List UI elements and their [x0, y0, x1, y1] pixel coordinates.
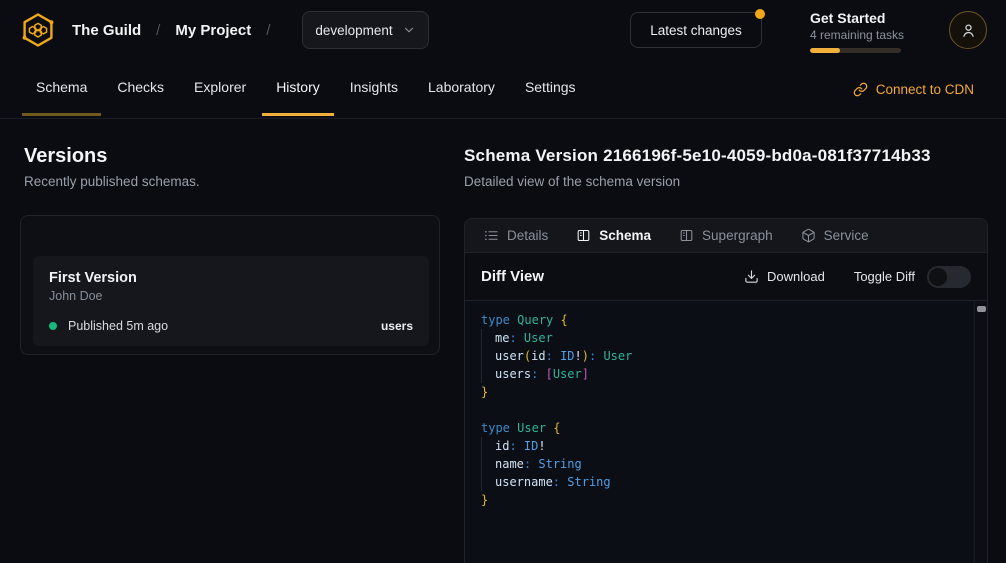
- versions-subtitle: Recently published schemas.: [24, 174, 200, 189]
- breadcrumb-separator: /: [266, 22, 270, 39]
- cube-icon: [801, 228, 816, 243]
- target-selector-value: development: [315, 23, 392, 38]
- version-list-item[interactable]: First Version John Doe Published 5m ago …: [33, 256, 429, 346]
- nav-tab-history[interactable]: History: [262, 60, 334, 116]
- versions-title: Versions: [24, 145, 107, 168]
- service-name-badge: users: [381, 319, 413, 333]
- download-icon: [744, 269, 759, 284]
- schema-version-subtitle: Detailed view of the schema version: [464, 174, 680, 189]
- get-started-subtitle: 4 remaining tasks: [810, 27, 910, 43]
- code-scrollbar-thumb[interactable]: [977, 306, 986, 312]
- nav-tab-laboratory[interactable]: Laboratory: [414, 60, 509, 116]
- get-started-progress: [810, 48, 901, 53]
- columns-icon: [679, 228, 694, 243]
- version-author: John Doe: [49, 288, 413, 305]
- app-root: The Guild / My Project / development Lat…: [0, 0, 1006, 563]
- code-scrollbar: [974, 301, 987, 563]
- latest-changes-label: Latest changes: [650, 23, 742, 38]
- nav-tabs: Schema Checks Explorer History Insights …: [22, 60, 590, 119]
- user-menu-button[interactable]: [949, 11, 987, 49]
- code-block: type Query {me: Useruser(id: ID!): Useru…: [465, 301, 987, 519]
- columns-icon: [576, 228, 591, 243]
- version-name: First Version: [49, 269, 413, 288]
- version-status-row: Published 5m ago users: [49, 319, 413, 333]
- toggle-diff-label: Toggle Diff: [854, 269, 915, 284]
- link-icon: [853, 82, 868, 97]
- breadcrumb-org[interactable]: The Guild: [72, 22, 141, 39]
- versions-list-card: First Version John Doe Published 5m ago …: [20, 215, 440, 355]
- toggle-knob: [929, 268, 947, 286]
- published-status-dot: [49, 322, 57, 330]
- nav-tab-settings[interactable]: Settings: [511, 60, 590, 116]
- notification-dot: [755, 9, 765, 19]
- schema-version-title: Schema Version 2166196f-5e10-4059-bd0a-0…: [464, 146, 931, 166]
- tab-supergraph[interactable]: Supergraph: [679, 228, 773, 243]
- get-started-widget[interactable]: Get Started 4 remaining tasks: [810, 9, 910, 53]
- breadcrumb-project[interactable]: My Project: [175, 22, 251, 39]
- diff-view-controls: Download Toggle Diff: [744, 266, 971, 288]
- diff-view-header: Diff View Download Toggle Diff: [465, 253, 987, 301]
- latest-changes-button[interactable]: Latest changes: [630, 12, 762, 48]
- app-header: The Guild / My Project / development Lat…: [0, 0, 1006, 60]
- tab-supergraph-label: Supergraph: [702, 228, 773, 243]
- published-status-text: Published 5m ago: [68, 319, 168, 333]
- chevron-down-icon: [402, 23, 416, 37]
- nav-tab-insights[interactable]: Insights: [336, 60, 412, 116]
- schema-version-panel: Details Schema Supergraph: [464, 218, 988, 563]
- progress-fill: [810, 48, 840, 53]
- tab-service-label: Service: [824, 228, 869, 243]
- tab-schema[interactable]: Schema: [576, 228, 651, 243]
- person-icon: [960, 22, 977, 39]
- schema-code-viewer: type Query {me: Useruser(id: ID!): Useru…: [465, 301, 987, 563]
- diff-view-title: Diff View: [481, 268, 544, 285]
- version-detail-tabs: Details Schema Supergraph: [465, 219, 987, 253]
- download-label: Download: [767, 269, 825, 284]
- tab-service[interactable]: Service: [801, 228, 869, 243]
- list-icon: [484, 228, 499, 243]
- connect-to-cdn-label: Connect to CDN: [876, 82, 974, 97]
- target-selector-dropdown[interactable]: development: [302, 11, 429, 49]
- download-button[interactable]: Download: [744, 269, 825, 284]
- tab-details[interactable]: Details: [484, 228, 548, 243]
- toggle-diff-switch[interactable]: [927, 266, 971, 288]
- tab-schema-label: Schema: [599, 228, 651, 243]
- tab-details-label: Details: [507, 228, 548, 243]
- nav-tab-checks[interactable]: Checks: [103, 60, 178, 116]
- target-nav: Schema Checks Explorer History Insights …: [0, 60, 1006, 119]
- nav-tab-schema[interactable]: Schema: [22, 60, 101, 116]
- connect-to-cdn-link[interactable]: Connect to CDN: [853, 60, 974, 119]
- breadcrumb: The Guild / My Project / development: [20, 0, 429, 60]
- get-started-title: Get Started: [810, 9, 910, 27]
- nav-tab-explorer[interactable]: Explorer: [180, 60, 260, 116]
- breadcrumb-separator: /: [156, 22, 160, 39]
- hive-logo-icon[interactable]: [20, 12, 56, 48]
